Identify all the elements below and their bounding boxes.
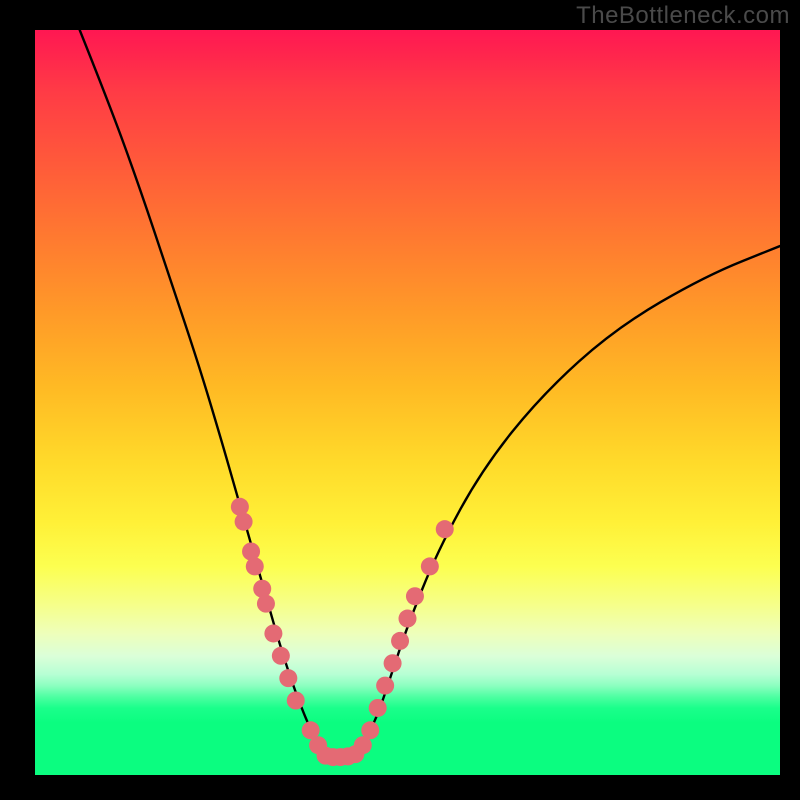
data-dot — [287, 692, 305, 710]
data-dot — [421, 557, 439, 575]
data-dot — [361, 721, 379, 739]
data-dot — [264, 624, 282, 642]
data-dot — [376, 677, 394, 695]
data-dots-left — [231, 498, 327, 754]
data-dot — [384, 654, 402, 672]
data-dot — [406, 587, 424, 605]
plot-area — [35, 30, 780, 775]
bottleneck-curve — [80, 30, 780, 756]
data-dot — [369, 699, 387, 717]
data-dot — [399, 610, 417, 628]
data-dot — [257, 595, 275, 613]
watermark-text: TheBottleneck.com — [576, 2, 790, 30]
data-dots-right — [354, 520, 454, 754]
chart-frame: TheBottleneck.com — [0, 0, 800, 800]
data-dot — [391, 632, 409, 650]
data-dot — [235, 513, 253, 531]
data-dot — [436, 520, 454, 538]
chart-svg — [35, 30, 780, 775]
data-dot — [272, 647, 290, 665]
data-dot — [279, 669, 297, 687]
data-dot — [246, 557, 264, 575]
